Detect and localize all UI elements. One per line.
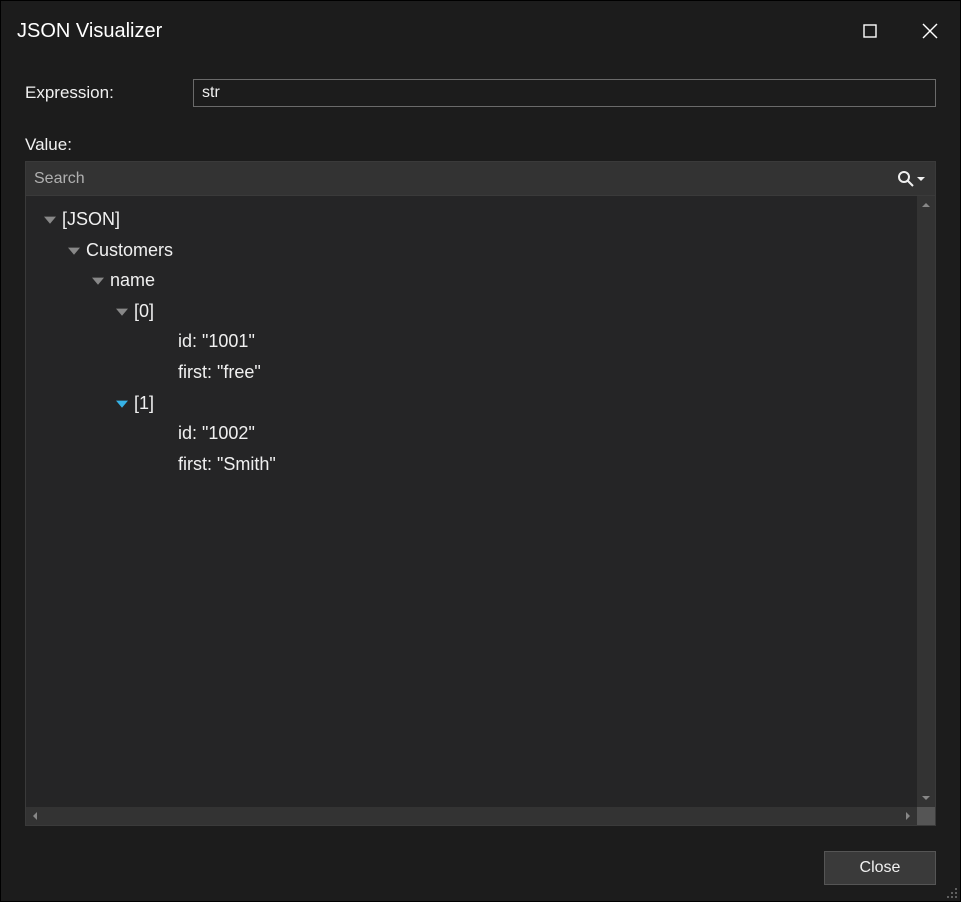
expression-label: Expression: xyxy=(25,83,193,103)
tree-node-label: [JSON] xyxy=(62,204,120,235)
expand-arrow-icon xyxy=(92,274,104,286)
tree-leaf-label: id: "1001" xyxy=(178,326,255,357)
scroll-up-button[interactable] xyxy=(917,196,935,214)
scrollbar-corner xyxy=(917,807,935,825)
tree-leaf-label: id: "1002" xyxy=(178,418,255,449)
search-bar xyxy=(26,162,935,196)
tree-node-root[interactable]: [JSON] xyxy=(26,204,917,235)
scroll-right-button[interactable] xyxy=(899,807,917,825)
close-icon xyxy=(922,23,938,39)
expand-arrow-icon xyxy=(116,397,128,409)
expression-input[interactable] xyxy=(193,79,936,107)
tree-node-label: [1] xyxy=(134,388,154,419)
title-bar: JSON Visualizer xyxy=(1,1,960,61)
scroll-down-button[interactable] xyxy=(917,789,935,807)
chevron-left-icon xyxy=(31,812,39,820)
search-input[interactable] xyxy=(34,170,895,188)
expression-row: Expression: xyxy=(1,79,960,107)
chevron-down-icon xyxy=(917,175,925,183)
value-label: Value: xyxy=(1,135,960,155)
tree-leaf-label: first: "free" xyxy=(178,357,261,388)
chevron-down-icon xyxy=(922,794,930,802)
vertical-scrollbar[interactable] xyxy=(917,196,935,807)
search-dropdown-button[interactable] xyxy=(895,170,927,188)
resize-grip-icon xyxy=(942,883,958,899)
tree-leaf-id-0[interactable]: id: "1001" xyxy=(26,326,917,357)
close-dialog-button[interactable]: Close xyxy=(824,851,936,885)
tree-leaf-label: first: "Smith" xyxy=(178,449,276,480)
tree-leaf-id-1[interactable]: id: "1002" xyxy=(26,418,917,449)
tree-node-customers[interactable]: Customers xyxy=(26,235,917,266)
tree-node-1[interactable]: [1] xyxy=(26,388,917,419)
expand-arrow-icon xyxy=(68,244,80,256)
dialog-footer: Close xyxy=(824,851,936,885)
tree-node-0[interactable]: [0] xyxy=(26,296,917,327)
chevron-up-icon xyxy=(922,201,930,209)
chevron-right-icon xyxy=(904,812,912,820)
tree-leaf-first-0[interactable]: first: "free" xyxy=(26,357,917,388)
resize-grip[interactable] xyxy=(942,883,958,899)
search-icon xyxy=(897,170,915,188)
expand-arrow-icon xyxy=(44,213,56,225)
window-controls xyxy=(840,1,960,61)
maximize-button[interactable] xyxy=(840,1,900,61)
horizontal-scrollbar-row xyxy=(26,807,935,825)
value-panel: [JSON] Customers name [0] id: "1001" fir… xyxy=(25,161,936,826)
tree-node-label: name xyxy=(110,265,155,296)
tree-node-name[interactable]: name xyxy=(26,265,917,296)
json-tree[interactable]: [JSON] Customers name [0] id: "1001" fir… xyxy=(26,196,917,807)
expand-arrow-icon xyxy=(116,305,128,317)
tree-node-label: Customers xyxy=(86,235,173,266)
tree-viewport: [JSON] Customers name [0] id: "1001" fir… xyxy=(26,196,935,807)
horizontal-scrollbar[interactable] xyxy=(26,807,917,825)
window-title: JSON Visualizer xyxy=(17,20,162,43)
scroll-left-button[interactable] xyxy=(26,807,44,825)
tree-node-label: [0] xyxy=(134,296,154,327)
maximize-icon xyxy=(863,24,877,38)
close-window-button[interactable] xyxy=(900,1,960,61)
tree-leaf-first-1[interactable]: first: "Smith" xyxy=(26,449,917,480)
